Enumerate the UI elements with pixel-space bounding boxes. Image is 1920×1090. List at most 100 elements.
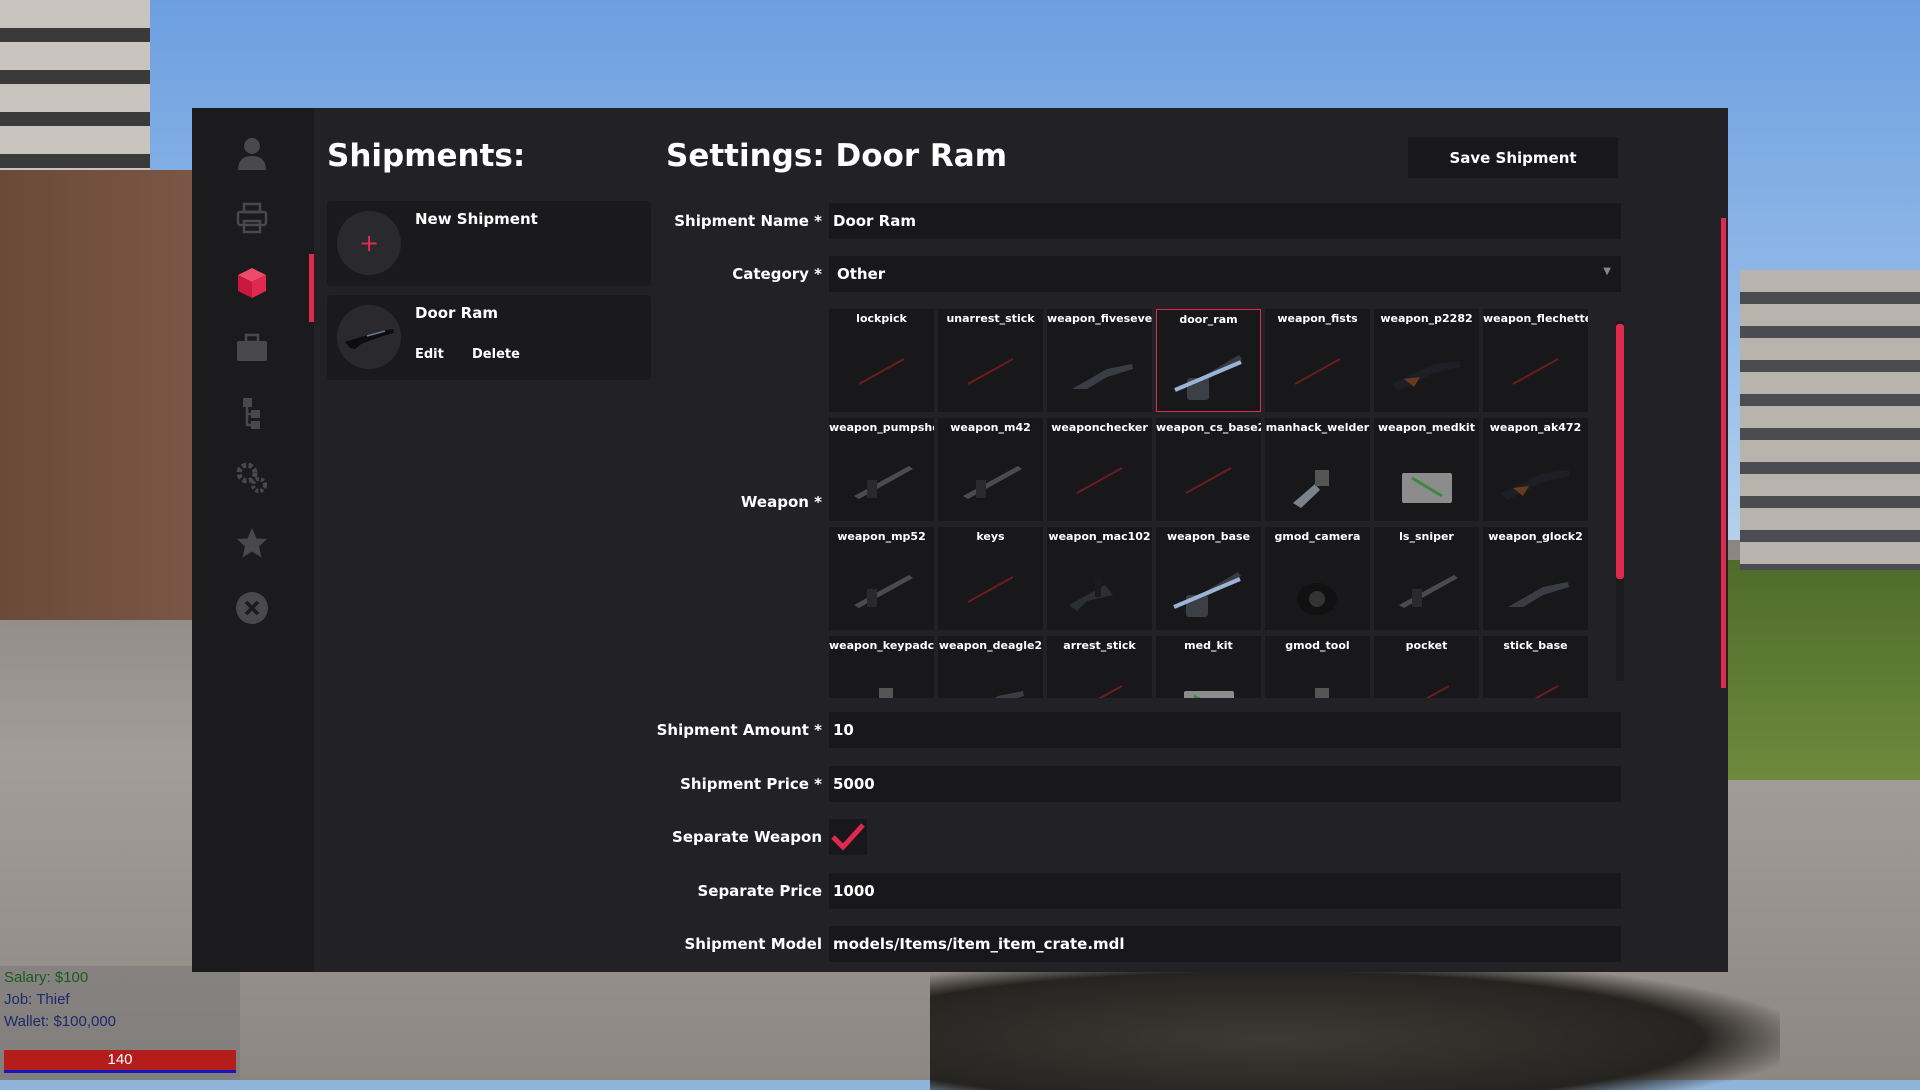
shipment-model-input[interactable] [829, 926, 1621, 962]
weapon-option-label: door_ram [1179, 313, 1238, 326]
hierarchy-icon[interactable] [233, 394, 271, 432]
weapon-option-ls_sniper[interactable]: ls_sniper [1374, 527, 1479, 630]
sidebar [192, 108, 314, 972]
weapon-option-weapon_keypadchecker[interactable]: weapon_keypadchecker [829, 636, 934, 698]
weapon-option-manhack_welder[interactable]: manhack_welder [1265, 418, 1370, 521]
shipment-amount-label: Shipment Amount * [656, 721, 822, 739]
weapon-option-gmod_camera[interactable]: gmod_camera [1265, 527, 1370, 630]
delete-shipment-button[interactable]: Delete [472, 347, 520, 362]
weapon-option-pocket[interactable]: pocket [1374, 636, 1479, 698]
weapon-option-label: med_kit [1184, 639, 1233, 652]
game-building-right [1740, 270, 1920, 570]
checkmark-icon [831, 823, 865, 851]
weapon-option-label: manhack_welder [1265, 421, 1370, 434]
weapon-option-weapon_m42[interactable]: weapon_m42 [938, 418, 1043, 521]
weapon-option-label: weapon_ak472 [1489, 421, 1582, 434]
plus-icon: + [337, 211, 401, 275]
weapon-option-label: arrest_stick [1063, 639, 1136, 652]
weapon-option-label: gmod_camera [1274, 530, 1361, 543]
weapon-option-label: weaponchecker [1051, 421, 1148, 434]
shipment-thumbnail [337, 305, 401, 369]
category-label: Category * [732, 265, 822, 283]
weapon-option-weapon_base[interactable]: weapon_base [1156, 527, 1261, 630]
weapon-option-lockpick[interactable]: lockpick [829, 309, 934, 412]
hud-wallet: Wallet: $100,000 [4, 1013, 117, 1030]
new-shipment-label: New Shipment [415, 210, 538, 228]
weapon-option-label: weapon_mp52 [837, 530, 926, 543]
shipment-list-item[interactable]: Door Ram Edit Delete [327, 295, 651, 380]
category-value: Other [837, 265, 886, 283]
separate-price-input[interactable] [829, 873, 1621, 909]
hud-job: Job: Thief [4, 991, 70, 1008]
category-select[interactable]: Other ▼ [829, 256, 1621, 292]
weapon-option-label: weapon_p2282 [1380, 312, 1473, 325]
weapon-option-weapon_flechettegun[interactable]: weapon_flechettegun [1483, 309, 1588, 412]
weapon-option-weapon_p2282[interactable]: weapon_p2282 [1374, 309, 1479, 412]
weapon-grid-scroll-thumb[interactable] [1616, 324, 1624, 579]
gears-icon[interactable] [233, 459, 271, 497]
weapon-option-gmod_tool[interactable]: gmod_tool [1265, 636, 1370, 698]
weapon-option-label: weapon_medkit [1378, 421, 1475, 434]
separate-price-label: Separate Price [697, 882, 822, 900]
box-icon[interactable] [233, 264, 271, 302]
weapon-option-weapon_ak472[interactable]: weapon_ak472 [1483, 418, 1588, 521]
edit-shipment-button[interactable]: Edit [415, 347, 444, 362]
user-icon[interactable] [233, 134, 271, 172]
health-bar: 140 [4, 1050, 236, 1073]
weapon-option-label: ls_sniper [1399, 530, 1454, 543]
separate-weapon-checkbox[interactable] [829, 819, 867, 855]
weapon-option-label: weapon_keypadchecker [829, 639, 934, 652]
weapon-option-weapon_cs_base2[interactable]: weapon_cs_base2 [1156, 418, 1261, 521]
weapon-option-label: weapon_fists [1277, 312, 1358, 325]
weapon-option-unarrest_stick[interactable]: unarrest_stick [938, 309, 1043, 412]
shipment-name-input[interactable] [829, 203, 1621, 239]
close-icon[interactable] [233, 589, 271, 627]
weapon-option-weapon_glock2[interactable]: weapon_glock2 [1483, 527, 1588, 630]
player-hud: Salary: $100 Job: Thief Wallet: $100,000… [0, 966, 240, 1080]
game-building-brick [0, 170, 195, 620]
viewmodel-weapon [930, 960, 1780, 1090]
weapon-option-label: unarrest_stick [946, 312, 1035, 325]
weapon-option-weapon_mp52[interactable]: weapon_mp52 [829, 527, 934, 630]
hud-salary: Salary: $100 [4, 969, 89, 986]
weapon-option-door_ram[interactable]: door_ram [1156, 309, 1261, 412]
weapon-option-label: weapon_mac102 [1048, 530, 1151, 543]
health-value: 140 [107, 1051, 133, 1068]
weapon-option-label: weapon_base [1166, 530, 1251, 543]
weapon-option-weaponchecker[interactable]: weaponchecker [1047, 418, 1152, 521]
weapon-option-label: keys [976, 530, 1005, 543]
weapon-option-weapon_deagle2[interactable]: weapon_deagle2 [938, 636, 1043, 698]
shipment-price-label: Shipment Price * [680, 775, 822, 793]
briefcase-icon[interactable] [233, 329, 271, 367]
weapon-option-weapon_mac102[interactable]: weapon_mac102 [1047, 527, 1152, 630]
weapon-option-label: stick_base [1503, 639, 1568, 652]
weapon-option-weapon_fiveseven2[interactable]: weapon_fiveseven2 [1047, 309, 1152, 412]
weapon-option-stick_base[interactable]: stick_base [1483, 636, 1588, 698]
weapon-option-label: weapon_cs_base2 [1156, 421, 1261, 434]
settings-title: Settings: Door Ram [666, 138, 1008, 174]
weapon-option-label: pocket [1405, 639, 1448, 652]
shipment-model-label: Shipment Model [684, 935, 822, 953]
shipment-name-label: Shipment Name * [674, 212, 822, 230]
shipment-editor-window: Shipments: + New Shipment Door Ram Edit … [192, 108, 1728, 972]
star-icon[interactable] [233, 524, 271, 562]
separate-weapon-label: Separate Weapon [672, 828, 822, 846]
weapon-option-arrest_stick[interactable]: arrest_stick [1047, 636, 1152, 698]
settings-scrollbar[interactable] [1721, 218, 1726, 688]
weapon-option-label: weapon_glock2 [1488, 530, 1583, 543]
weapon-option-weapon_pumpshotgun[interactable]: weapon_pumpshotgun [829, 418, 934, 521]
printer-icon[interactable] [233, 199, 271, 237]
weapon-option-label: weapon_deagle2 [938, 639, 1043, 652]
weapon-option-label: lockpick [856, 312, 907, 325]
chevron-down-icon: ▼ [1603, 266, 1611, 277]
shipment-amount-input[interactable] [829, 712, 1621, 748]
weapon-option-label: weapon_flechettegun [1483, 312, 1588, 325]
weapon-option-med_kit[interactable]: med_kit [1156, 636, 1261, 698]
weapon-option-label: weapon_fiveseven2 [1047, 312, 1152, 325]
weapon-option-weapon_medkit[interactable]: weapon_medkit [1374, 418, 1479, 521]
shipments-title: Shipments: [327, 138, 526, 174]
weapon-option-weapon_fists[interactable]: weapon_fists [1265, 309, 1370, 412]
save-shipment-button[interactable]: Save Shipment [1408, 137, 1618, 178]
shipment-price-input[interactable] [829, 766, 1621, 802]
weapon-option-keys[interactable]: keys [938, 527, 1043, 630]
